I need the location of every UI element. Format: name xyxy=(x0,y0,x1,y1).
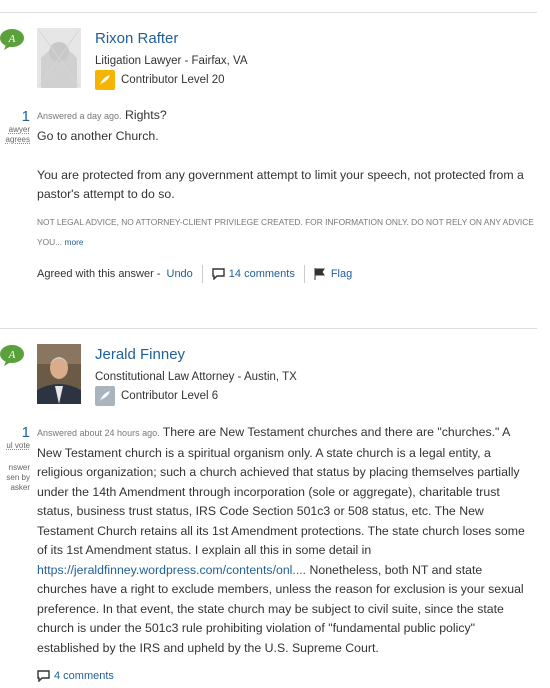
flag-link[interactable]: Flag xyxy=(314,268,352,280)
lawyer-title: Constitutional Law Attorney - Austin, TX xyxy=(95,371,297,383)
svg-text:A: A xyxy=(8,33,16,45)
contributor-level-label: Contributor Level 6 xyxy=(121,390,219,402)
blog-link[interactable]: https://jeraldfinney.wordpress.com/conte… xyxy=(37,563,306,577)
vote-column: 1 awyer agrees xyxy=(0,108,30,145)
vote-label: ul vote xyxy=(6,441,30,450)
avvo-logo-icon: A xyxy=(0,29,24,50)
answer-actions: Agreed with this answer - Undo 14 commen… xyxy=(37,265,352,283)
comment-icon xyxy=(37,670,50,682)
contributor-level: Contributor Level 20 xyxy=(95,70,225,90)
vote-label: awyer xyxy=(8,125,30,134)
lawyer-title: Litigation Lawyer - Fairfax, VA xyxy=(95,55,248,67)
disclaimer: NOT LEGAL ADVICE, NO ATTORNEY-CLIENT PRI… xyxy=(37,213,537,252)
more-link[interactable]: more xyxy=(64,237,83,247)
quill-gray-icon xyxy=(95,386,115,406)
answer-meta: Answered a day ago. xyxy=(37,111,122,121)
svg-text:A: A xyxy=(8,349,16,361)
answer-body: Answered about 24 hours ago. There are N… xyxy=(37,423,532,658)
vote-label: agrees xyxy=(5,135,30,144)
top-divider xyxy=(0,12,537,13)
vote-label: sen by xyxy=(6,473,30,482)
answer-divider xyxy=(0,328,537,329)
lawyer-name[interactable]: Rixon Rafter xyxy=(95,30,178,47)
comments-count: 14 comments xyxy=(228,268,295,280)
comments-link[interactable]: 4 comments xyxy=(37,670,114,682)
avvo-logo-icon: A xyxy=(0,345,24,366)
quill-gold-icon xyxy=(95,70,115,90)
answer-actions: 4 comments xyxy=(37,670,114,682)
comment-icon xyxy=(212,268,225,280)
agreed-label: Agreed with this answer - xyxy=(37,268,161,280)
flag-label: Flag xyxy=(330,268,353,280)
contributor-level: Contributor Level 6 xyxy=(95,386,218,406)
comments-link[interactable]: 14 comments xyxy=(212,268,295,280)
answer-text: There are New Testament churches and the… xyxy=(37,425,525,557)
contributor-level-label: Contributor Level 20 xyxy=(121,74,225,86)
answer-heading: Rights? xyxy=(124,108,167,122)
separator xyxy=(303,265,305,283)
disclaimer-text: NOT LEGAL ADVICE, NO ATTORNEY-CLIENT PRI… xyxy=(37,217,534,247)
lawyer-name[interactable]: Jerald Finney xyxy=(95,346,185,363)
answer-paragraph: You are protected from any government at… xyxy=(37,167,524,202)
undo-link[interactable]: Undo xyxy=(167,268,193,280)
answer-meta: Answered about 24 hours ago. xyxy=(37,428,160,438)
avatar[interactable] xyxy=(37,28,81,88)
answer-body: Answered a day ago. Rights? Go to anothe… xyxy=(37,106,532,205)
vote-column: 1 ul vote nswer sen by asker xyxy=(0,424,30,493)
vote-count: 1 xyxy=(21,108,30,125)
vote-label: asker xyxy=(10,483,30,492)
separator xyxy=(201,265,203,283)
avatar[interactable] xyxy=(37,344,81,404)
vote-count: 1 xyxy=(21,424,30,441)
comments-count: 4 comments xyxy=(54,670,114,682)
flag-icon xyxy=(314,268,325,280)
answer-paragraph: Go to another Church. xyxy=(37,128,159,143)
vote-label: nswer xyxy=(8,463,30,472)
